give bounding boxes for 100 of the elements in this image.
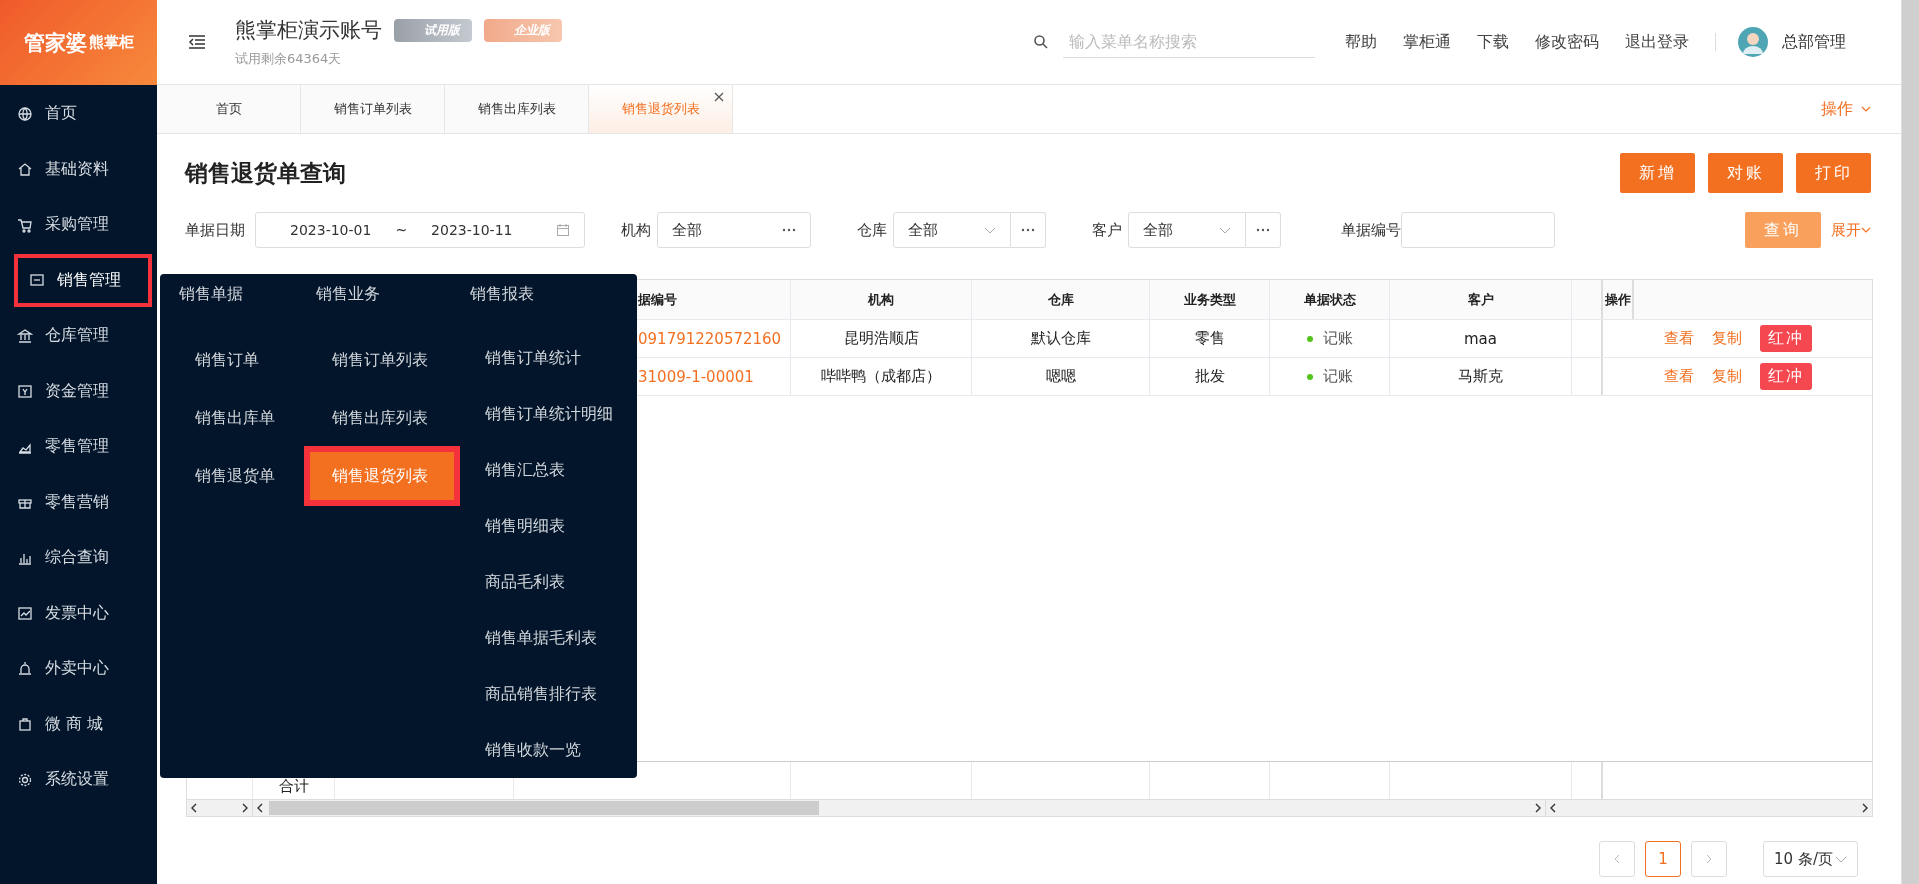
user-name[interactable]: 总部管理: [1782, 31, 1846, 53]
page-size-select[interactable]: 10 条/页: [1763, 841, 1858, 877]
sidebar-item[interactable]: 外卖中心: [0, 642, 157, 695]
dropdown-field[interactable]: 全部: [1128, 212, 1246, 248]
table-cell: 零售: [1150, 320, 1270, 357]
table-cell: 嗯嗯: [972, 358, 1150, 395]
sidebar-item[interactable]: 综合查询: [0, 531, 157, 584]
chevron-down-icon: [984, 226, 996, 234]
sidebar-item[interactable]: 零售营销: [0, 475, 157, 529]
column-header: 单据状态: [1270, 280, 1390, 319]
menu-item[interactable]: 销售订单列表: [310, 331, 465, 389]
reverse-button[interactable]: 红冲: [1759, 325, 1812, 352]
sidebar-item[interactable]: 资金管理: [0, 364, 157, 418]
menu-item[interactable]: 销售收款一览: [465, 722, 637, 779]
org-select[interactable]: 全部: [657, 212, 811, 248]
account-name: 熊掌柜演示账号: [235, 17, 382, 44]
column-header: 仓库: [972, 280, 1150, 319]
header-link[interactable]: 下载: [1477, 31, 1509, 53]
menu-item[interactable]: 销售出库单: [179, 389, 310, 447]
tab[interactable]: 首页: [157, 85, 301, 133]
cart-icon: [17, 216, 33, 233]
bank-icon: [17, 327, 33, 344]
globe-icon: [17, 105, 33, 122]
header-link[interactable]: 退出登录: [1625, 31, 1689, 53]
chevron-right-icon[interactable]: [1862, 803, 1868, 813]
trend-icon: [17, 605, 33, 621]
table-cell: 批发: [1150, 358, 1270, 395]
menu-item[interactable]: 销售明细表: [465, 498, 637, 555]
close-icon[interactable]: [714, 92, 724, 102]
menu-heading: 销售单据: [179, 284, 244, 305]
table-cell: 哔哔鸭（成都店）: [791, 358, 972, 395]
sidebar-item[interactable]: 零售管理: [0, 420, 157, 473]
chevron-down-icon: [1219, 226, 1231, 234]
header-link[interactable]: 帮助: [1345, 31, 1377, 53]
chevron-down-icon: [1835, 855, 1847, 863]
menu-item[interactable]: 销售退货单: [179, 447, 310, 505]
page-title: 销售退货单查询: [185, 158, 346, 188]
column-header: 业务类型: [1150, 280, 1270, 319]
trial-note: 试用剩余64364天: [235, 50, 343, 68]
more-icon: [782, 228, 796, 232]
chevron-left-icon[interactable]: [191, 803, 197, 813]
search-icon[interactable]: [1033, 34, 1049, 50]
menu-item[interactable]: 销售出库列表: [310, 389, 465, 447]
menu-item[interactable]: 销售单据毛利表: [465, 610, 637, 667]
header-link[interactable]: 掌柜通: [1403, 31, 1451, 53]
menu-heading: 销售业务: [316, 284, 381, 305]
chevron-left-icon[interactable]: [1550, 803, 1556, 813]
header-link[interactable]: 修改密码: [1535, 31, 1599, 53]
sidebar-item[interactable]: 微 商 城: [0, 697, 157, 751]
sidebar-item[interactable]: 发票中心: [0, 586, 157, 640]
more-icon: [1021, 228, 1035, 232]
menu-item[interactable]: 销售汇总表: [465, 442, 637, 499]
table-cell: 默认仓库: [972, 320, 1150, 357]
chevron-left-icon[interactable]: [257, 803, 263, 813]
chevron-left-icon: [1614, 854, 1621, 864]
column-header: 操作: [1603, 280, 1634, 319]
filter-label: 仓库: [857, 220, 887, 240]
chevron-right-icon: [1706, 854, 1713, 864]
status-dot: [1306, 373, 1313, 380]
reverse-button[interactable]: 红冲: [1759, 363, 1812, 390]
home-icon: [17, 161, 33, 177]
menu-item[interactable]: 商品毛利表: [465, 554, 637, 611]
sidebar-item[interactable]: 采购管理: [0, 198, 157, 251]
tab[interactable]: 销售出库列表: [445, 85, 589, 133]
status-text: 记账: [1322, 329, 1353, 348]
status-dot: [1306, 335, 1313, 342]
filter-label: 客户: [1092, 220, 1122, 240]
edition-badge: 企业版: [484, 18, 562, 42]
column-header: 客户: [1390, 280, 1572, 319]
sidebar-item[interactable]: 仓库管理: [0, 309, 157, 362]
menu-icon[interactable]: [187, 34, 207, 50]
dropdown-field[interactable]: 全部: [893, 212, 1011, 248]
chevron-down-icon[interactable]: [1861, 227, 1871, 233]
chevron-right-icon[interactable]: [1535, 803, 1541, 813]
chevron-right-icon[interactable]: [242, 803, 248, 813]
logo: 管家婆熊掌柜: [0, 0, 157, 85]
bag-icon: [17, 716, 33, 732]
calendar-icon: [556, 223, 570, 237]
sidebar-item[interactable]: 销售管理: [14, 253, 152, 307]
sidebar-item[interactable]: 首页: [0, 87, 157, 140]
menu-item[interactable]: 商品销售排行表: [465, 666, 637, 723]
menu-item[interactable]: 销售订单: [179, 331, 310, 389]
sidebar-item[interactable]: 系统设置: [0, 753, 157, 806]
settings-icon: [17, 771, 33, 788]
chevron-down-icon[interactable]: [1861, 106, 1871, 112]
avatar-icon[interactable]: [1738, 27, 1768, 57]
edition-badge: 试用版: [394, 18, 472, 42]
alarm-icon: [17, 660, 33, 677]
tab[interactable]: 销售订单列表: [301, 85, 445, 133]
document-number-field[interactable]: [1401, 212, 1555, 248]
scrollbar[interactable]: [1901, 0, 1919, 884]
table-cell: 昆明浩顺店: [791, 320, 972, 357]
table-cell: maa: [1390, 320, 1572, 357]
date-range-field[interactable]: 2023-10-01 ~ 2023-10-11: [255, 212, 585, 248]
filter-label: 单据日期: [185, 220, 245, 240]
filter-label: 机构: [621, 220, 651, 240]
status-text: 记账: [1322, 367, 1353, 386]
more-icon: [1256, 228, 1270, 232]
sidebar-item[interactable]: 基础资料: [0, 142, 157, 196]
column-header: 机构: [791, 280, 972, 319]
